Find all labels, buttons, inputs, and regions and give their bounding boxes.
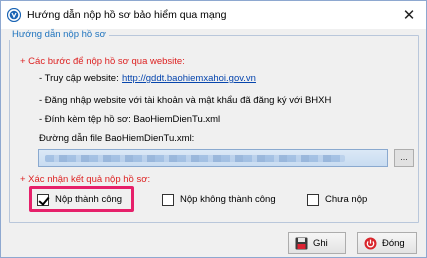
file-path-label: Đường dẫn file BaoHiemDienTu.xml: <box>39 133 195 144</box>
submitted-failed-checkbox[interactable] <box>162 194 174 206</box>
step-login-text: - Đăng nhập website với tài khoản và mật… <box>39 95 332 106</box>
step-attach-text: - Đính kèm tệp hồ sơ: BaoHiemDienTu.xml <box>39 114 221 125</box>
file-path-field[interactable] <box>38 149 388 167</box>
bhxh-logo-icon <box>7 8 21 22</box>
power-icon <box>364 237 377 249</box>
floppy-disk-icon <box>295 237 308 249</box>
submitted-success-checkbox[interactable] <box>37 194 49 206</box>
save-label: Ghi <box>313 237 328 249</box>
website-link[interactable]: http://gddt.baohiemxahoi.gov.vn <box>122 73 256 84</box>
not-submitted-checkbox[interactable] <box>307 194 319 206</box>
result-heading: + Xác nhận kết quả nộp hồ sơ: <box>20 174 151 185</box>
window-close-button[interactable]: ✕ <box>392 1 426 29</box>
group-title: Hướng dẫn nộp hồ sơ <box>9 29 109 40</box>
title-bar: Hướng dẫn nộp hồ sơ bảo hiểm qua mạng ✕ <box>1 1 426 29</box>
step-visit-label: - Truy cập website: <box>39 73 119 84</box>
close-icon: ✕ <box>402 7 416 24</box>
submitted-failed-label[interactable]: Nộp không thành công <box>180 194 276 205</box>
not-submitted-label[interactable]: Chưa nộp <box>325 194 367 205</box>
steps-heading: + Các bước để nộp hồ sơ qua website: <box>20 56 185 67</box>
save-button[interactable]: Ghi <box>288 232 346 254</box>
window-title: Hướng dẫn nộp hồ sơ bảo hiểm qua mạng <box>27 9 227 21</box>
browse-button[interactable]: ... <box>394 149 414 167</box>
close-button[interactable]: Đóng <box>357 232 417 254</box>
close-label: Đóng <box>382 237 405 249</box>
file-path-value <box>45 155 345 162</box>
dialog-window: Hướng dẫn nộp hồ sơ bảo hiểm qua mạng ✕ … <box>0 0 427 258</box>
submitted-success-label[interactable]: Nộp thành công <box>55 194 122 205</box>
